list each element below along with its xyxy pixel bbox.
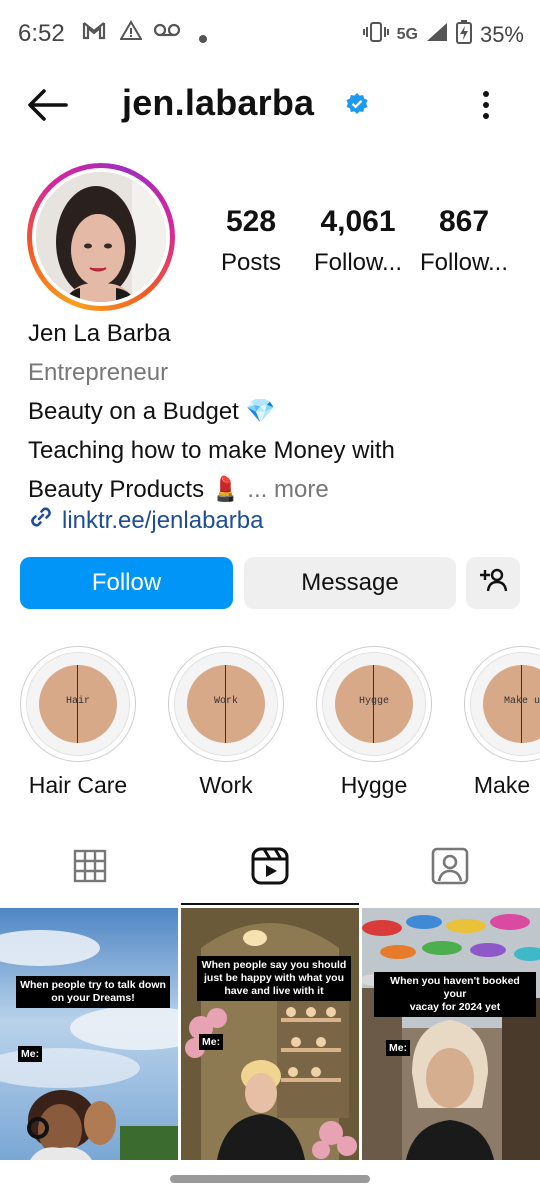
gmail-icon — [82, 20, 106, 46]
tab-posts-grid[interactable] — [0, 830, 180, 906]
add-person-icon — [478, 567, 508, 600]
post-me-label: Me: — [199, 1034, 224, 1050]
bio-line: Beauty on a Budget 💎 — [28, 398, 276, 425]
status-bar: 6:52 5G 35% — [0, 0, 540, 70]
bio-link-text: linktr.ee/jenlabarba — [62, 506, 264, 534]
verified-badge-icon — [345, 92, 369, 116]
display-name: Jen La Barba — [28, 320, 171, 347]
bio-line: Beauty Products 💄 — [28, 476, 241, 503]
tagged-icon — [431, 847, 469, 890]
battery-icon — [455, 20, 472, 50]
signal-icon — [426, 22, 448, 48]
post-thumbnail — [362, 908, 540, 1160]
status-time: 6:52 — [18, 20, 65, 47]
profile-header: jen.labarba — [0, 70, 540, 140]
stat-value: 867 — [438, 205, 490, 238]
grid-icon — [73, 849, 107, 888]
bio-line: Teaching how to make Money with — [28, 437, 395, 464]
warning-icon — [119, 20, 143, 46]
active-tab-indicator — [181, 903, 359, 905]
stat-label: Posts — [220, 249, 282, 276]
voicemail-icon — [153, 20, 181, 46]
tab-reels[interactable] — [180, 830, 360, 906]
post-caption: When people say you should just be happy… — [197, 956, 351, 1001]
story-highlight[interactable]: Make u Make — [464, 646, 540, 798]
story-highlight[interactable]: Work Work — [168, 646, 284, 798]
notification-dot-icon — [198, 28, 208, 50]
bio-link[interactable]: linktr.ee/jenlabarba — [28, 504, 263, 537]
highlight-label: Work — [199, 772, 253, 798]
highlight-cover-text: Hygge — [358, 696, 389, 707]
follow-button[interactable]: Follow — [20, 557, 233, 609]
post-caption: When you haven't booked your vacay for 2… — [374, 972, 536, 1017]
battery-percent: 35% — [479, 22, 524, 47]
profile-avatar-story-ring[interactable] — [27, 163, 175, 311]
vibrate-icon — [362, 21, 389, 49]
message-button[interactable]: Message — [244, 557, 456, 609]
post-tile[interactable]: When you haven't booked your vacay for 2… — [362, 908, 540, 1160]
stat-value: 4,061 — [320, 205, 396, 238]
post-caption: When people try to talk down on your Dre… — [16, 976, 170, 1008]
post-tile[interactable]: When people say you should just be happy… — [181, 908, 359, 1160]
profile-bio: Jen La Barba Entrepreneur Beauty on a Bu… — [28, 314, 518, 509]
profile-tabs — [0, 830, 540, 906]
story-highlight[interactable]: Hair Hair Care — [20, 646, 136, 798]
link-icon — [28, 504, 54, 537]
post-thumbnail — [0, 908, 178, 1160]
tab-tagged[interactable] — [360, 830, 540, 906]
network-type: 5G — [396, 26, 418, 43]
highlight-label: Hair Care — [28, 772, 128, 798]
profile-username: jen.labarba — [122, 82, 315, 123]
stat-value: 528 — [225, 205, 277, 238]
posts-count[interactable]: 528 Posts — [199, 205, 303, 277]
category-label: Entrepreneur — [28, 359, 169, 386]
story-highlight[interactable]: Hygge Hygge — [316, 646, 432, 798]
stat-label: Follow... — [419, 249, 509, 276]
avatar — [36, 172, 166, 302]
post-me-label: Me: — [18, 1046, 43, 1062]
followers-count[interactable]: 4,061 Follow... — [306, 205, 410, 277]
system-gesture-bar[interactable] — [170, 1175, 370, 1183]
following-count[interactable]: 867 Follow... — [412, 205, 516, 277]
highlight-cover-text: Work — [213, 696, 238, 707]
reels-icon — [251, 847, 289, 890]
bio-more-link[interactable]: ... more — [247, 476, 328, 503]
back-arrow-icon[interactable] — [26, 88, 70, 122]
add-person-button[interactable] — [466, 557, 520, 609]
highlight-cover-text: Make u — [503, 696, 540, 707]
highlight-cover-text: Hair — [65, 696, 90, 707]
post-me-label: Me: — [386, 1040, 411, 1056]
highlight-label: Hygge — [340, 772, 408, 798]
post-tile[interactable]: When people try to talk down on your Dre… — [0, 908, 178, 1160]
highlight-label: Make — [473, 772, 531, 798]
stat-label: Follow... — [313, 249, 403, 276]
more-options-icon[interactable] — [476, 88, 496, 122]
